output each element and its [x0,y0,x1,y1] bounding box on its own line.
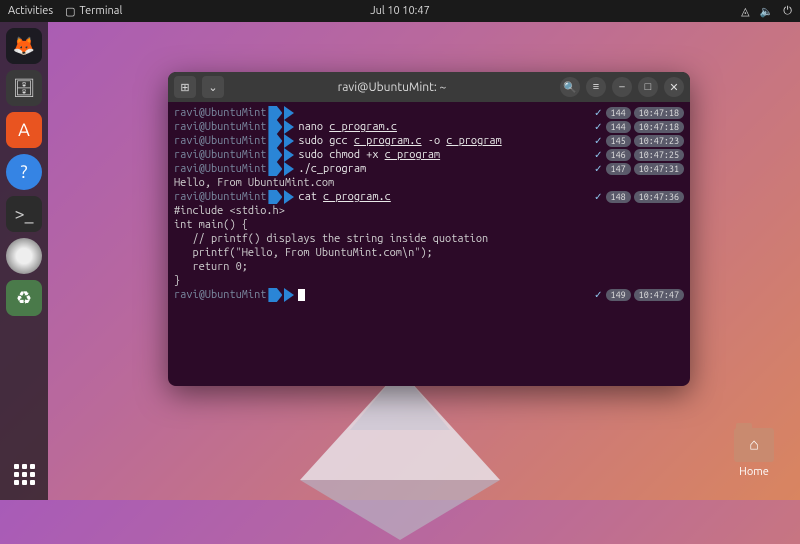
app-menu-label: Terminal [80,5,123,17]
term-output-hello: Hello, From UbuntuMint.com [174,176,684,190]
app-menu[interactable]: ▢ Terminal [65,5,122,18]
new-tab-button[interactable]: ⊞ [174,76,196,98]
term-line-2: ravi@UbuntuMint nano c_program.c ✓14410:… [174,120,684,134]
dock: 🦊 🗄 A ? >_ ♻ [0,22,48,500]
files-icon: 🗄 [13,78,36,99]
term-line-1: ravi@UbuntuMint ✓14410:47:18 [174,106,684,120]
dock-help[interactable]: ? [6,154,42,190]
file-line: } [174,274,684,288]
dock-files[interactable]: 🗄 [6,70,42,106]
power-icon[interactable]: ⏻ [783,5,792,18]
file-line: #include <stdio.h> [174,204,684,218]
close-icon: ✕ [669,81,678,94]
desktop-home-icon[interactable]: Home [734,428,774,478]
term-line-5: ravi@UbuntuMint ./c_program ✓14710:47:31 [174,162,684,176]
term-line-4: ravi@UbuntuMint sudo chmod +x c_program … [174,148,684,162]
folder-icon [734,428,774,462]
term-prompt-current[interactable]: ravi@UbuntuMint ✓14910:47:47 [174,288,684,302]
help-icon: ? [20,162,27,182]
trash-icon: ♻ [16,288,32,309]
show-apps-button[interactable] [6,456,42,492]
file-line: int main() { [174,218,684,232]
terminal-icon: ▢ [65,5,75,18]
minimize-icon: – [619,81,624,93]
terminal-title: ravi@UbuntuMint: ~ [230,81,554,94]
tab-dropdown-button[interactable]: ⌄ [202,76,224,98]
dock-firefox[interactable]: 🦊 [6,28,42,64]
dock-disc[interactable] [6,238,42,274]
menu-button[interactable]: ≡ [586,77,606,97]
terminal-body[interactable]: ravi@UbuntuMint ✓14410:47:18 ravi@Ubuntu… [168,102,690,386]
dock-terminal[interactable]: >_ [6,196,42,232]
activities-button[interactable]: Activities [8,5,53,17]
terminal-titlebar: ⊞ ⌄ ravi@UbuntuMint: ~ 🔍 ≡ – □ ✕ [168,72,690,102]
clock[interactable]: Jul 10 10:47 [370,5,430,17]
search-button[interactable]: 🔍 [560,77,580,97]
network-icon[interactable]: ◬ [741,5,749,18]
maximize-icon: □ [645,81,652,93]
wallpaper-art [260,360,540,540]
search-icon: 🔍 [563,81,577,94]
term-line-cat: ravi@UbuntuMint cat c_program.c ✓14810:4… [174,190,684,204]
dock-software[interactable]: A [6,112,42,148]
desktop-home-label: Home [734,466,774,478]
software-icon: A [18,120,30,140]
top-bar: Activities ▢ Terminal Jul 10 10:47 ◬ 🔈 ⏻ [0,0,800,22]
hamburger-icon: ≡ [593,81,599,93]
terminal-icon: >_ [15,204,34,224]
dock-trash[interactable]: ♻ [6,280,42,316]
file-line: printf("Hello, From UbuntuMint.com\n"); [174,246,684,260]
maximize-button[interactable]: □ [638,77,658,97]
close-button[interactable]: ✕ [664,77,684,97]
file-line: return 0; [174,260,684,274]
file-line: // printf() displays the string inside q… [174,232,684,246]
volume-icon[interactable]: 🔈 [760,5,774,18]
minimize-button[interactable]: – [612,77,632,97]
terminal-window: ⊞ ⌄ ravi@UbuntuMint: ~ 🔍 ≡ – □ ✕ ravi@Ub… [168,72,690,386]
firefox-icon: 🦊 [13,36,35,57]
cursor [298,289,305,301]
term-line-3: ravi@UbuntuMint sudo gcc c_program.c -o … [174,134,684,148]
